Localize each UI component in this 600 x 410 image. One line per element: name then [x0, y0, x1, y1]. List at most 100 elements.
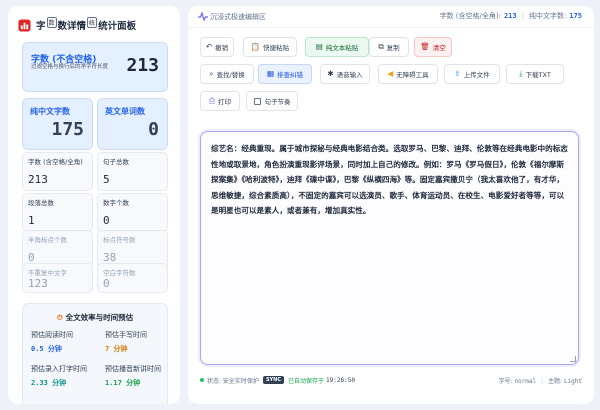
search-icon: ⌕: [209, 69, 214, 78]
autosave-time: 19:26:50: [326, 376, 355, 384]
microphone-icon: ✱: [327, 69, 334, 78]
estimate-item: 预估录入打字时间 2.33 分钟: [31, 364, 93, 388]
en-word-label: 英文单词数: [105, 107, 145, 116]
stat-cell: 不重复中文字 123: [22, 263, 93, 293]
pulse-icon: [198, 12, 208, 21]
sync-badge: SYNC: [262, 376, 285, 384]
plain-paste-button[interactable]: ▤ 纯文本粘贴: [305, 37, 369, 57]
typeset-button[interactable]: ▦ 排查纠错: [258, 64, 312, 84]
cjk-count-label: 纯中文字数: [30, 107, 70, 116]
stat-label: 字数 (含空格/全角): [28, 158, 83, 166]
estimate-label: 预估手写时间: [105, 331, 147, 339]
quick-paste-button[interactable]: 📋 快捷粘贴: [243, 37, 297, 57]
title-part: 统计面板: [98, 21, 137, 32]
theme-label: 主题:: [547, 377, 563, 385]
en-word-value: 0: [148, 119, 159, 140]
status-bar: 状态: 安全实时保护 SYNC 已自动保存于 19:26:50 字号: norm…: [200, 373, 582, 387]
en-word-card: 英文单词数 0: [97, 98, 168, 150]
title-sup: 数: [46, 16, 57, 28]
stat-cell: 句子总数 5: [97, 152, 168, 191]
download-button[interactable]: ⤓ 下载TXT: [506, 64, 564, 84]
checkbox[interactable]: [253, 97, 261, 105]
status-text: 状态: 安全实时保护: [207, 377, 259, 385]
editor-panel: 沉浸式极速编辑区 字数 (含空格/全角): 213 | 纯中文字数: 175 ↶ 撤销 📋…: [188, 6, 594, 404]
divider: |: [541, 377, 544, 385]
stat-value: 5: [103, 173, 110, 186]
stat-value: 1: [28, 214, 35, 227]
download-label: 下载TXT: [525, 71, 551, 79]
document-icon: ▤: [315, 42, 323, 51]
undo-icon: ↶: [205, 42, 213, 51]
speaker-icon: ◀: [387, 69, 394, 78]
stat-value: 123: [28, 277, 48, 290]
status-dot-icon: [200, 378, 204, 382]
stats-sidebar: 字 数 数详情 统 统计面板 字数 (不含空格) 过滤空格与换行后的净字符长度 …: [8, 6, 180, 404]
stat-label: 空白字符数: [103, 269, 136, 277]
stopwatch-icon: ⏱: [56, 313, 63, 322]
stat-label: 句子总数: [103, 158, 129, 166]
header-counters: 字数 (含空格/全角): 213 | 纯中文字数: 175: [440, 11, 582, 21]
autosave-text: 已自动保存于: [288, 377, 325, 385]
text-editor[interactable]: 综艺名：经典重现。属于城市探秘与经典电影结合类。选取罗马、巴黎、迪拜、伦敦等在经…: [200, 131, 579, 365]
plain-paste-label: 纯文本粘贴: [325, 44, 359, 52]
estimate-item: 预估播音新讲时间 1.17 分钟: [105, 364, 167, 388]
sentence-rhythm-toggle[interactable]: 句子节奏: [246, 91, 298, 111]
title-sup: 统: [87, 16, 98, 28]
upload-icon: ⇪: [454, 69, 461, 78]
voice-input-button[interactable]: ✱ 语音输入: [320, 64, 370, 84]
estimate-value: 1.17 分钟: [105, 379, 141, 387]
typeset-label: 排查纠错: [277, 71, 304, 79]
accessibility-label: 无障碍工具: [396, 71, 429, 79]
resize-handle[interactable]: [570, 356, 576, 362]
title-part: 数详情: [57, 21, 87, 32]
estimate-value: 0.5 分钟: [31, 345, 62, 353]
stat-cell: 空白字符数 0: [97, 263, 168, 293]
clipboard-icon: 📋: [250, 42, 261, 51]
accessibility-button[interactable]: ◀ 无障碍工具: [378, 64, 438, 84]
efficiency-title-text: 全文效率与时间预估: [65, 313, 134, 322]
stat-value: 0: [103, 277, 110, 290]
stat-value: 213: [28, 173, 48, 186]
undo-label: 撤销: [215, 44, 229, 52]
font-value: normal: [514, 377, 537, 385]
clear-button[interactable]: 🗑 清空: [414, 37, 452, 57]
editor-title: 沉浸式极速编辑区: [210, 13, 266, 21]
divider: |: [521, 12, 524, 20]
theme-value: Light: [563, 377, 582, 385]
clear-label: 清空: [432, 44, 446, 52]
upload-button[interactable]: ⇪ 上传文件: [444, 64, 500, 84]
copy-button[interactable]: ⧉ 复制: [369, 37, 409, 57]
estimate-item: 预估手写时间 7 分钟: [105, 330, 167, 354]
estimate-value: 7 分钟: [105, 345, 128, 353]
undo-button[interactable]: ↶ 撤销: [200, 37, 234, 57]
find-replace-label: 查找/替换: [216, 71, 245, 79]
chart-icon: [18, 18, 31, 32]
efficiency-panel: ⏱ 全文效率与时间预估 预估阅读时间 0.5 分钟 预估手写时间 7 分钟 预估录…: [22, 303, 168, 404]
voice-label: 语音输入: [336, 71, 363, 79]
format-icon: ▦: [266, 69, 275, 78]
sidebar-title: 字 数 数详情 统 统计面板: [18, 16, 174, 34]
editor-header: 沉浸式极速编辑区 字数 (含空格/全角): 213 | 纯中文字数: 175: [188, 6, 594, 28]
stat-label: 半角标点个数: [28, 236, 67, 244]
upload-label: 上传文件: [463, 71, 490, 79]
stat-cell: 数字个数 0: [97, 193, 168, 232]
net-count-value: 213: [126, 55, 159, 76]
stat-value: 0: [103, 214, 110, 227]
header-cjk-label: 纯中文字数:: [528, 12, 567, 20]
editor-content[interactable]: 综艺名：经典重现。属于城市探秘与经典电影结合类。选取罗马、巴黎、迪拜、伦敦等在经…: [211, 141, 569, 219]
stat-label: 不重复中文字: [28, 269, 67, 277]
estimate-item: 预估阅读时间 0.5 分钟: [31, 330, 93, 354]
find-replace-button[interactable]: ⌕ 查找/替换: [200, 64, 254, 84]
estimate-label: 预估录入打字时间: [31, 365, 87, 373]
copy-icon: ⧉: [378, 42, 384, 51]
sentence-rhythm-label: 句子节奏: [264, 98, 291, 106]
header-count-label: 字数 (含空格/全角):: [439, 12, 501, 20]
estimate-label: 预估播音新讲时间: [105, 365, 161, 373]
font-theme-info: 字号: normal | 主题: Light: [498, 376, 582, 385]
header-count-value: 213: [503, 12, 517, 20]
cjk-count-value: 175: [51, 119, 84, 140]
font-label: 字号:: [498, 377, 513, 385]
stat-label: 标点符号数: [103, 236, 136, 244]
print-button[interactable]: ⎙ 打印: [200, 91, 240, 111]
net-count-card: 字数 (不含空格) 过滤空格与换行后的净字符长度 213: [22, 42, 168, 92]
